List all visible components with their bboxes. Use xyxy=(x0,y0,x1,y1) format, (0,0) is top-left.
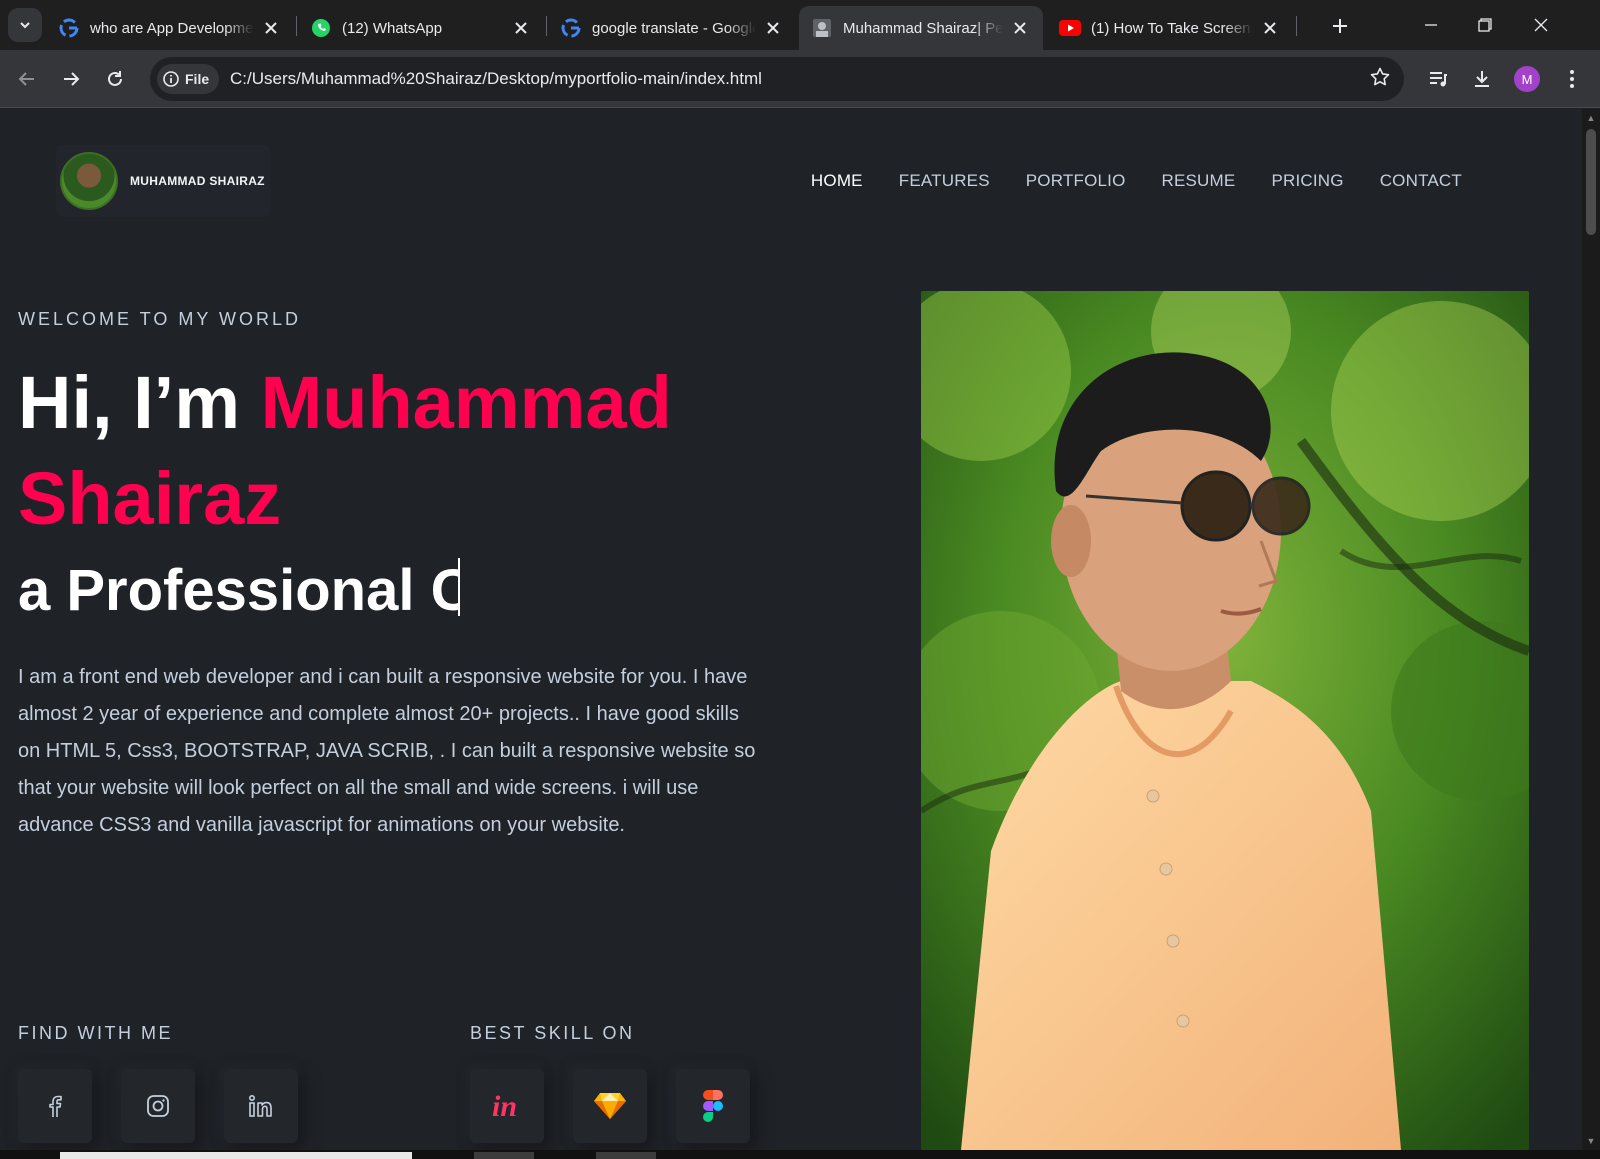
address-bar[interactable]: File C:/Users/Muhammad%20Shairaz/Desktop… xyxy=(150,57,1404,101)
typed-role: a Professional C xyxy=(18,557,460,624)
facebook-button[interactable] xyxy=(18,1069,92,1143)
tab-bar: who are App Developmer (12) WhatsApp goo… xyxy=(0,0,1600,50)
vertical-scrollbar[interactable]: ▲ ▼ xyxy=(1582,109,1600,1150)
chip-label: File xyxy=(185,71,210,87)
plus-icon xyxy=(1333,19,1347,33)
linkedin-icon xyxy=(248,1094,272,1117)
figma-skill[interactable] xyxy=(676,1069,750,1143)
portrait-illustration xyxy=(921,291,1529,1150)
media-control-button[interactable] xyxy=(1422,63,1454,95)
taskbar-item xyxy=(474,1152,534,1159)
invision-skill[interactable]: in xyxy=(470,1069,544,1143)
brand-name: MUHAMMAD SHAIRAZ xyxy=(130,174,265,188)
close-icon[interactable] xyxy=(510,17,532,39)
tab-divider xyxy=(546,16,547,36)
tab-title: Muhammad Shairaz| Pers xyxy=(843,19,1003,37)
chevron-down-icon xyxy=(20,22,30,29)
scroll-down-arrow[interactable]: ▼ xyxy=(1586,1136,1596,1146)
typed-text: a Professional C xyxy=(18,558,458,623)
brand-logo[interactable]: MUHAMMAD SHAIRAZ xyxy=(56,145,270,217)
find-with-me-label: FIND WITH ME xyxy=(18,1023,173,1043)
main-nav: HOME FEATURES PORTFOLIO RESUME PRICING C… xyxy=(811,171,1462,191)
youtube-icon xyxy=(1059,17,1081,39)
arrow-left-icon xyxy=(18,72,34,86)
menu-button[interactable] xyxy=(1556,63,1588,95)
hero-description: I am a front end web developer and i can… xyxy=(18,666,756,836)
welcome-text: WELCOME TO MY WORLD xyxy=(18,309,302,329)
minimize-icon xyxy=(1425,24,1437,26)
taskbar-strip xyxy=(0,1150,1600,1159)
instagram-button[interactable] xyxy=(121,1069,195,1143)
reload-button[interactable] xyxy=(99,63,131,95)
scroll-thumb[interactable] xyxy=(1586,129,1596,235)
arrow-right-icon xyxy=(64,72,80,86)
tab-title: google translate - Google xyxy=(592,19,756,37)
nav-portfolio[interactable]: PORTFOLIO xyxy=(1026,171,1126,191)
linkedin-button[interactable] xyxy=(224,1069,298,1143)
back-button[interactable] xyxy=(11,63,43,95)
avatar xyxy=(60,152,118,210)
nav-contact[interactable]: CONTACT xyxy=(1380,171,1462,191)
close-icon[interactable] xyxy=(762,17,784,39)
close-icon[interactable] xyxy=(260,17,282,39)
whatsapp-icon xyxy=(310,17,332,39)
best-skill-label: BEST SKILL ON xyxy=(470,1023,635,1043)
tab-title: (1) How To Take Screensh xyxy=(1091,19,1253,37)
tab-divider xyxy=(296,16,297,36)
more-vert-icon xyxy=(1570,70,1574,88)
svg-text:in: in xyxy=(492,1091,517,1121)
reload-icon xyxy=(108,71,122,86)
url-text[interactable]: C:/Users/Muhammad%20Shairaz/Desktop/mypo… xyxy=(230,69,762,89)
page-viewport: MUHAMMAD SHAIRAZ HOME FEATURES PORTFOLIO… xyxy=(0,109,1582,1150)
instagram-icon xyxy=(147,1095,169,1117)
tab-divider xyxy=(1296,16,1297,36)
close-window-button[interactable] xyxy=(1526,10,1556,40)
site-info-chip[interactable]: File xyxy=(157,64,220,94)
tab-3[interactable]: google translate - Google xyxy=(548,6,796,50)
google-icon xyxy=(560,17,582,39)
hero-heading: Hi, I’m Muhammad Shairaz xyxy=(18,355,778,547)
facebook-icon xyxy=(49,1095,62,1117)
tab-5[interactable]: (1) How To Take Screensh xyxy=(1047,6,1293,50)
tab-4-active[interactable]: Muhammad Shairaz| Pers xyxy=(799,6,1043,50)
tab-search-button[interactable] xyxy=(8,8,42,42)
close-icon[interactable] xyxy=(1009,17,1031,39)
typing-cursor xyxy=(458,558,460,616)
restore-button[interactable] xyxy=(1470,10,1500,40)
google-icon xyxy=(58,17,80,39)
greeting: Hi, I’m xyxy=(18,361,261,444)
tab-title: who are App Developmer xyxy=(90,19,254,37)
nav-pricing[interactable]: PRICING xyxy=(1271,171,1343,191)
bookmark-star-icon[interactable] xyxy=(1370,67,1390,87)
download-icon xyxy=(1475,71,1489,87)
invision-icon: in xyxy=(492,1091,517,1121)
tab-1[interactable]: who are App Developmer xyxy=(46,6,294,50)
playlist-icon xyxy=(1430,72,1447,87)
close-icon[interactable] xyxy=(1259,17,1281,39)
restore-icon xyxy=(1478,18,1492,32)
scroll-up-arrow[interactable]: ▲ xyxy=(1586,113,1596,123)
site-icon xyxy=(811,17,833,39)
forward-button[interactable] xyxy=(55,63,87,95)
nav-resume[interactable]: RESUME xyxy=(1162,171,1236,191)
minimize-button[interactable] xyxy=(1416,10,1446,40)
tab-title: (12) WhatsApp xyxy=(342,19,443,37)
figma-icon xyxy=(703,1090,723,1122)
sketch-icon xyxy=(594,1093,626,1119)
profile-avatar[interactable]: M xyxy=(1514,66,1540,92)
taskbar-item xyxy=(596,1152,656,1159)
new-tab-button[interactable] xyxy=(1326,12,1354,40)
hero-portrait-image xyxy=(921,291,1529,1150)
browser-toolbar: File C:/Users/Muhammad%20Shairaz/Desktop… xyxy=(0,50,1600,108)
info-icon xyxy=(163,71,179,87)
nav-home[interactable]: HOME xyxy=(811,171,863,191)
downloads-button[interactable] xyxy=(1466,63,1498,95)
close-icon xyxy=(1534,18,1548,32)
sketch-skill[interactable] xyxy=(573,1069,647,1143)
taskbar-item xyxy=(60,1152,412,1159)
nav-features[interactable]: FEATURES xyxy=(899,171,990,191)
tab-2[interactable]: (12) WhatsApp xyxy=(298,6,544,50)
